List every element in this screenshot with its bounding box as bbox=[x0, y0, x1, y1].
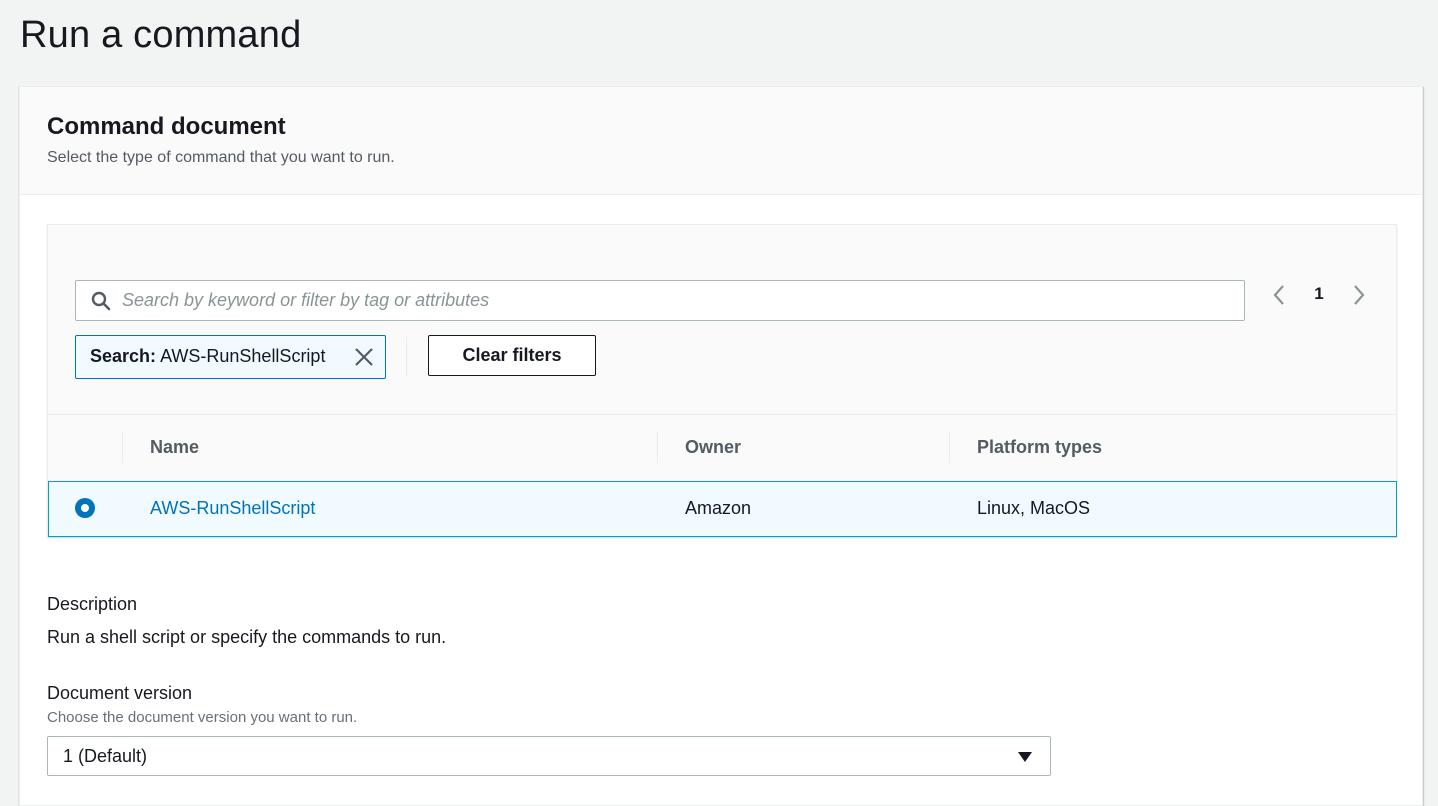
filter-token-value: AWS-RunShellScript bbox=[160, 346, 326, 366]
search-input[interactable] bbox=[122, 281, 1232, 320]
document-version-hint: Choose the document version you want to … bbox=[47, 709, 358, 726]
document-platform-types: Linux, MacOS bbox=[977, 498, 1091, 518]
column-separator bbox=[949, 432, 950, 463]
document-version-select[interactable]: 1 (Default) bbox=[47, 736, 1051, 776]
document-version-value: 1 (Default) bbox=[63, 746, 148, 766]
panel-title: Command document bbox=[47, 113, 286, 140]
column-separator bbox=[657, 432, 658, 463]
page-number[interactable]: 1 bbox=[1308, 284, 1330, 304]
command-document-panel: Command document Select the type of comm… bbox=[19, 86, 1423, 806]
documents-table-container: 1 Search: AWS-RunShellScript Clear filte… bbox=[47, 224, 1397, 537]
column-separator bbox=[122, 432, 123, 463]
chevron-right-icon[interactable] bbox=[1348, 280, 1370, 310]
pagination: 1 bbox=[1268, 280, 1378, 310]
filter-token: Search: AWS-RunShellScript bbox=[75, 335, 386, 379]
page-title: Run a command bbox=[20, 14, 302, 56]
document-owner: Amazon bbox=[685, 498, 752, 518]
search-box[interactable] bbox=[75, 280, 1245, 321]
divider bbox=[406, 337, 407, 377]
panel-description: Select the type of command that you want… bbox=[47, 149, 395, 166]
chevron-left-icon[interactable] bbox=[1268, 280, 1290, 310]
column-header-name[interactable]: Name bbox=[150, 437, 199, 458]
close-icon[interactable] bbox=[353, 346, 375, 368]
clear-filters-button[interactable]: Clear filters bbox=[428, 335, 596, 376]
search-icon bbox=[91, 291, 111, 311]
table-row[interactable]: AWS-RunShellScript Amazon Linux, MacOS bbox=[48, 481, 1397, 537]
document-version-label: Document version bbox=[47, 683, 193, 703]
panel-header: Command document Select the type of comm… bbox=[20, 87, 1422, 195]
row-radio-button[interactable] bbox=[75, 498, 95, 518]
description-label: Description bbox=[47, 594, 138, 614]
column-header-platform-types[interactable]: Platform types bbox=[977, 437, 1102, 458]
filter-token-key: Search: bbox=[90, 346, 157, 366]
description-value: Run a shell script or specify the comman… bbox=[47, 627, 447, 647]
column-header-owner[interactable]: Owner bbox=[685, 437, 741, 458]
caret-down-icon bbox=[1018, 752, 1032, 762]
filter-token-label: Search: AWS-RunShellScript bbox=[90, 346, 325, 367]
document-name-link[interactable]: AWS-RunShellScript bbox=[150, 498, 315, 519]
table-header: Name Owner Platform types bbox=[48, 414, 1396, 480]
